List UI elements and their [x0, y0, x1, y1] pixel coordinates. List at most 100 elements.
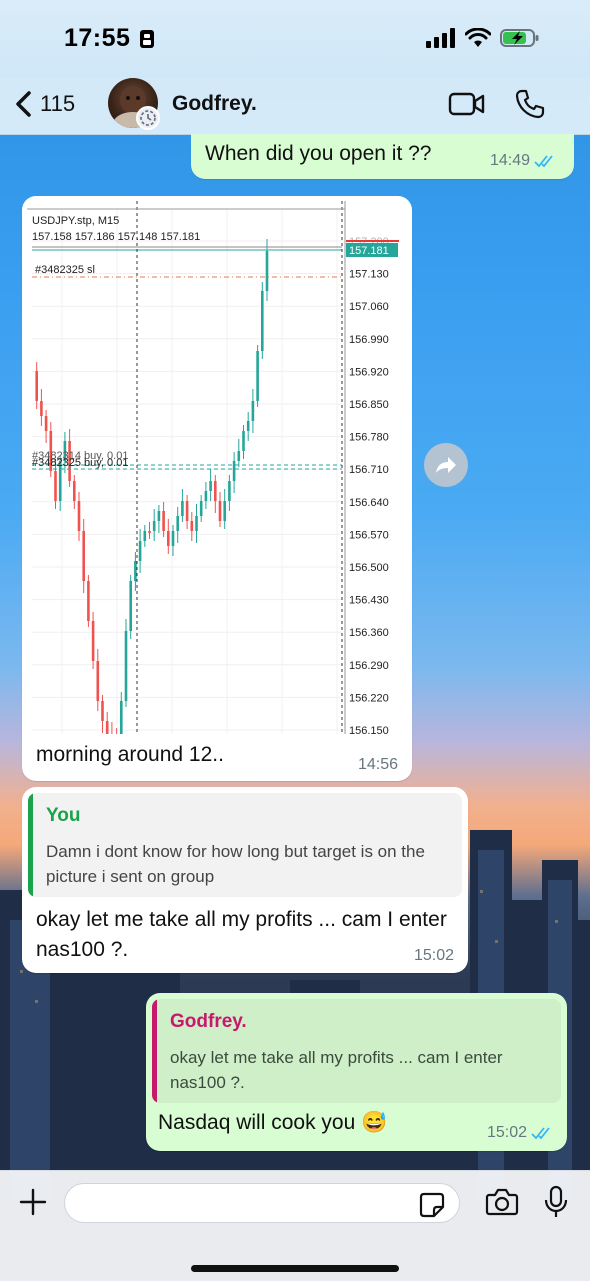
candle-body	[143, 531, 147, 541]
phone-icon[interactable]	[514, 88, 546, 120]
quote-bar	[28, 793, 33, 897]
message-bubble-outgoing-reply[interactable]: Godfrey. okay let me take all my profits…	[146, 993, 567, 1151]
home-indicator	[191, 1265, 399, 1272]
message-time: 14:49	[489, 152, 530, 169]
current-price: 157.181	[349, 245, 389, 257]
message-bubble-incoming-image[interactable]: 157.200157.130157.060156.990156.920156.8…	[22, 196, 412, 781]
candle-body	[87, 581, 90, 621]
candle-body	[242, 431, 245, 451]
message-time: 14:56	[357, 756, 398, 773]
candle-body	[167, 531, 170, 546]
video-camera-icon[interactable]	[448, 90, 486, 118]
forward-button[interactable]	[424, 443, 468, 487]
camera-icon[interactable]	[485, 1187, 519, 1217]
message-bubble-incoming-reply[interactable]: You Damn i dont know for how long but ta…	[22, 787, 468, 973]
price-axis-label: 156.220	[349, 692, 389, 704]
message-bubble-outgoing[interactable]: When did you open it ?? 14:49	[191, 134, 574, 179]
status-ring-icon	[136, 106, 160, 130]
sticker-icon[interactable]	[418, 1191, 446, 1219]
message-meta: 14:49	[490, 152, 556, 170]
message-time: 15:02	[413, 947, 454, 964]
message-meta: 15:02	[414, 947, 454, 965]
message-text: morning around 12..	[36, 743, 224, 766]
back-button[interactable]: 115	[14, 90, 75, 118]
candle-body	[181, 501, 184, 516]
candle-body	[138, 541, 142, 561]
candle-body	[120, 701, 123, 734]
message-meta: 15:02	[487, 1124, 553, 1142]
price-axis-label: 156.290	[349, 660, 389, 672]
price-axis-label: 156.920	[349, 366, 389, 378]
microphone-icon[interactable]	[543, 1185, 569, 1219]
message-text: okay let me take all my profits ... cam …	[36, 908, 447, 961]
quote-text: Damn i dont know for how long but target…	[46, 842, 425, 886]
wifi-icon	[465, 28, 491, 47]
quote-author: You	[46, 805, 81, 826]
quoted-message[interactable]: You Damn i dont know for how long but ta…	[28, 793, 462, 897]
price-axis-label: 156.500	[349, 562, 389, 574]
candle-body	[199, 501, 203, 516]
candle-body	[40, 401, 43, 416]
candle-body	[209, 481, 212, 491]
unread-count: 115	[40, 91, 76, 116]
message-meta: 14:56	[358, 756, 398, 774]
candle-body	[91, 621, 95, 661]
plus-icon[interactable]	[18, 1187, 48, 1217]
price-axis-label: 156.360	[349, 627, 389, 639]
stop-loss-label: #3482325 sl	[35, 264, 95, 276]
price-axis-label: 156.990	[349, 334, 389, 346]
candle-body	[232, 461, 236, 481]
candle-body	[157, 511, 161, 521]
price-axis-label: 157.130	[349, 269, 389, 281]
price-axis-label: 156.850	[349, 399, 389, 411]
price-axis-label: 156.640	[349, 497, 389, 509]
price-axis-label: 156.710	[349, 464, 389, 476]
quoted-message[interactable]: Godfrey. okay let me take all my profits…	[152, 999, 561, 1103]
quote-text: okay let me take all my profits ... cam …	[170, 1048, 503, 1092]
message-composer	[0, 1170, 590, 1281]
focus-mode-icon	[140, 30, 154, 48]
candle-body	[190, 521, 194, 531]
candle-body	[96, 661, 100, 701]
contact-name[interactable]: Godfrey.	[172, 92, 257, 116]
candle-body	[223, 501, 226, 521]
message-input[interactable]	[64, 1183, 460, 1223]
candle-body	[171, 531, 175, 546]
price-axis-label: 156.430	[349, 595, 389, 607]
candle-body	[261, 291, 264, 351]
status-bar: 17:55	[0, 0, 590, 78]
candle-body	[176, 516, 179, 531]
candle-body	[251, 401, 255, 421]
price-axis-label: 157.060	[349, 301, 389, 313]
candle-body	[77, 501, 81, 531]
candle-body	[105, 721, 109, 734]
candle-body	[246, 421, 250, 431]
cellular-signal-icon	[426, 28, 455, 48]
candle-body	[129, 581, 132, 631]
candle-body	[162, 511, 165, 531]
chat-header: 115 Godfrey.	[0, 78, 590, 135]
chart-ohlc: 157.158 157.186 157.148 157.181	[32, 231, 200, 243]
price-axis-label: 156.780	[349, 432, 389, 444]
candle-body	[185, 501, 189, 521]
forward-arrow-icon	[436, 457, 456, 473]
candle-body	[134, 561, 137, 581]
chart-screenshot-image[interactable]: 157.200157.130157.060156.990156.920156.8…	[27, 201, 407, 734]
read-ticks-icon	[534, 155, 553, 168]
candle-body	[101, 701, 104, 721]
battery-charging-icon	[500, 29, 539, 47]
message-time: 15:02	[486, 1124, 527, 1141]
candle-body	[124, 631, 128, 701]
candle-body	[148, 531, 151, 533]
candle-body	[204, 491, 208, 501]
candlestick-chart: 157.200157.130157.060156.990156.920156.8…	[27, 201, 407, 734]
price-axis-label: 156.570	[349, 529, 389, 541]
candle-body	[265, 251, 269, 291]
message-text: Nasdaq will cook you 😅	[158, 1111, 388, 1134]
read-ticks-icon	[531, 1127, 550, 1140]
quote-bar	[152, 999, 157, 1103]
candle-body	[237, 451, 241, 461]
status-time: 17:55	[64, 24, 131, 52]
candle-body	[228, 481, 231, 501]
message-text: When did you open it ??	[205, 142, 432, 165]
